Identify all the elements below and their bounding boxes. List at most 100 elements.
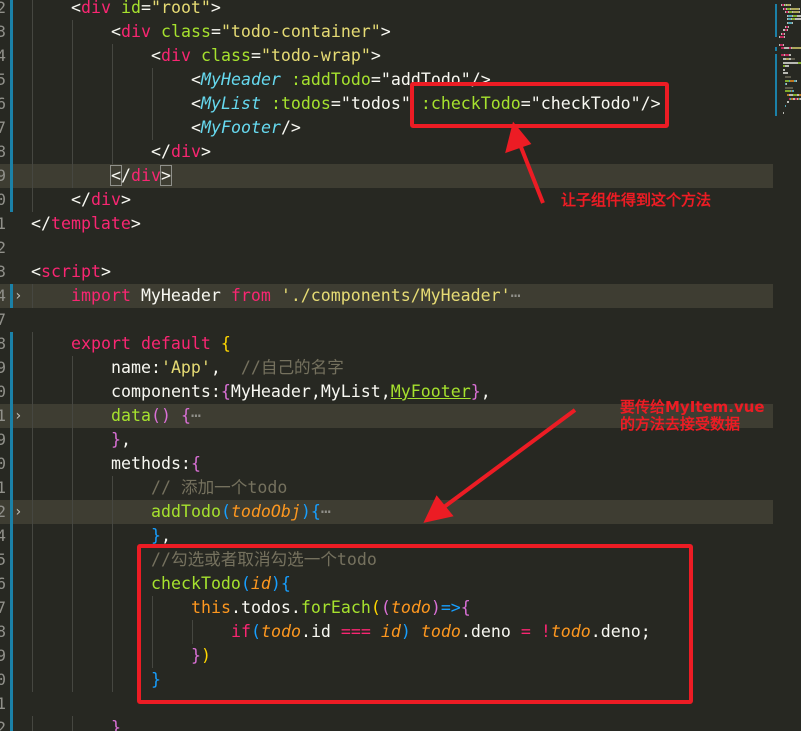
- code-text: <div class="todo-wrap">: [151, 44, 381, 68]
- code-token: ): [300, 502, 311, 521]
- indent-guide: [72, 164, 73, 188]
- annotation-note-1: 让子组件得到这个方法: [561, 191, 712, 209]
- code-token: './components/MyHeader': [280, 286, 511, 305]
- code-token: =: [250, 46, 261, 65]
- code-line[interactable]: 3 <script>: [0, 260, 773, 284]
- line-number: 8: [0, 622, 6, 641]
- code-line[interactable]: 2 › addTodo(todoObj){⋯: [0, 500, 773, 524]
- code-line[interactable]: 9 </div>: [0, 164, 773, 188]
- indent-guide: [72, 68, 73, 92]
- indent-guide: [32, 164, 33, 188]
- git-change-indicator: [10, 44, 13, 68]
- code-line[interactable]: 1 // 添加一个todo: [0, 476, 773, 500]
- code-line[interactable]: 2 <div id="root">: [0, 0, 773, 20]
- minimap-mark: [799, 11, 800, 14]
- indent-guide: [32, 476, 33, 500]
- indent-guide: [72, 428, 73, 452]
- code-token: methods:: [111, 454, 191, 473]
- code-line[interactable]: 9 name:'App', //自己的名字: [0, 356, 773, 380]
- code-token: =: [370, 70, 381, 89]
- fold-chevron-icon[interactable]: ›: [14, 500, 26, 524]
- indent-guide: [112, 140, 113, 164]
- code-line[interactable]: 2}: [0, 716, 773, 731]
- code-token: ,: [161, 526, 171, 545]
- code-text: <MyFooter/>: [191, 116, 301, 140]
- code-token: data: [111, 406, 151, 425]
- code-line[interactable]: 7: [0, 308, 773, 332]
- code-token: />: [280, 118, 301, 137]
- code-token: =: [210, 22, 221, 41]
- indent-guide: [112, 500, 113, 524]
- indent-guide: [32, 20, 33, 44]
- code-text: <div id="root">: [71, 0, 221, 20]
- minimap-mark: [790, 54, 791, 57]
- code-token: default: [140, 334, 211, 353]
- code-line[interactable]: 3 <div class="todo-container">: [0, 20, 773, 44]
- code-token: >: [100, 262, 111, 281]
- git-change-indicator: [10, 404, 13, 428]
- git-change-indicator: [10, 644, 13, 668]
- code-token: </: [31, 214, 51, 233]
- line-number: 1: [0, 694, 6, 713]
- code-line[interactable]: 8 </div>: [0, 140, 773, 164]
- minimap[interactable]: [773, 0, 801, 731]
- minimap-mark: [784, 36, 785, 39]
- code-token: :todos: [270, 94, 331, 113]
- code-token: name:: [111, 358, 161, 377]
- code-line[interactable]: 2: [0, 236, 773, 260]
- fold-chevron-icon[interactable]: ›: [14, 404, 26, 428]
- indent-guide: [32, 548, 33, 572]
- code-text: </template>: [31, 212, 141, 236]
- git-change-indicator: [10, 332, 13, 356]
- indent-guide: [32, 284, 33, 308]
- fold-chevron-icon[interactable]: ›: [14, 284, 26, 308]
- minimap-mark: [785, 76, 791, 78]
- code-token: export: [71, 334, 131, 353]
- code-token: div: [161, 46, 191, 65]
- code-token: =: [330, 94, 341, 113]
- code-token: <: [151, 46, 161, 65]
- code-token: script: [41, 262, 101, 281]
- code-line[interactable]: 4 › import MyHeader from './components/MyH…: [0, 284, 773, 308]
- minimap-mark: [793, 90, 794, 93]
- git-change-indicator: [10, 188, 13, 212]
- code-line[interactable]: 8 export default {: [0, 332, 773, 356]
- indent-guide: [72, 476, 73, 500]
- code-token: =: [140, 0, 151, 17]
- code-line[interactable]: 0 methods:{: [0, 452, 773, 476]
- minimap-git-mark: [775, 32, 777, 37]
- git-change-indicator: [10, 356, 13, 380]
- indent-guide: [72, 20, 73, 44]
- code-token: >: [130, 214, 141, 233]
- git-change-indicator: [10, 596, 13, 620]
- minimap-mark: [787, 72, 788, 75]
- indent-guide: [112, 92, 113, 116]
- minimap-mark: [796, 79, 797, 82]
- indent-guide: [72, 44, 73, 68]
- indent-guide: [72, 404, 73, 428]
- line-number: 5: [0, 550, 6, 569]
- code-token: template: [50, 214, 131, 233]
- code-line[interactable]: 4 <div class="todo-wrap">: [0, 44, 773, 68]
- indent-guide: [32, 644, 33, 668]
- code-text: // 添加一个todo: [151, 476, 287, 500]
- code-token: MyHeader: [130, 286, 231, 305]
- indent-guide: [72, 452, 73, 476]
- code-token: >: [120, 190, 131, 209]
- code-line[interactable]: 1 </template>: [0, 212, 773, 236]
- code-text: },: [111, 428, 131, 452]
- indent-guide: [112, 44, 113, 68]
- git-change-indicator: [10, 68, 13, 92]
- indent-guide: [32, 380, 33, 404]
- code-text: </div>: [151, 140, 211, 164]
- bracket-match: <: [110, 165, 122, 186]
- code-token: {: [180, 406, 191, 425]
- line-number: 9: [0, 358, 6, 377]
- code-text: export default {: [71, 332, 231, 356]
- line-number: 4: [0, 46, 6, 65]
- indent-guide: [72, 620, 73, 644]
- indent-guide: [112, 572, 113, 596]
- code-text: data() {⋯: [111, 404, 201, 428]
- code-text: methods:{: [111, 452, 201, 476]
